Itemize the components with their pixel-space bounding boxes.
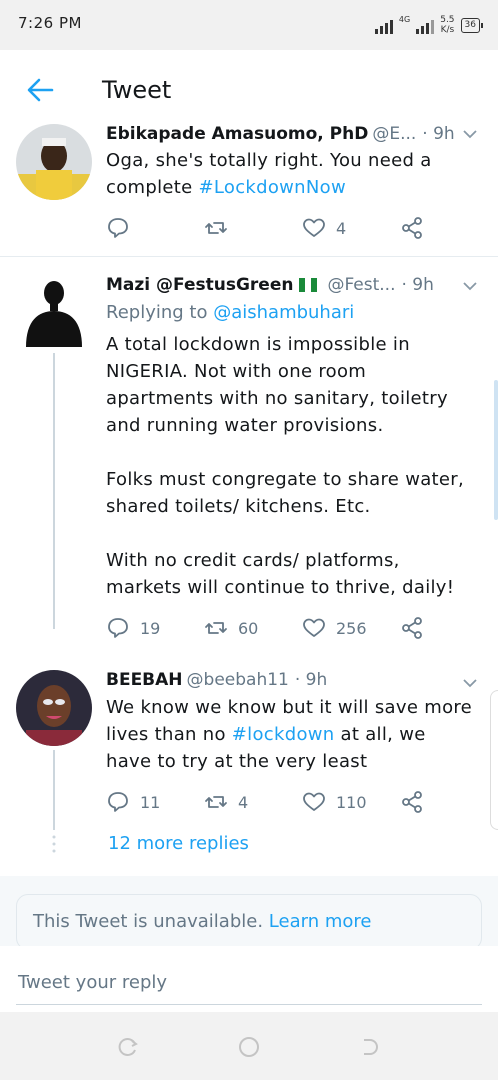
chevron-down-icon[interactable] (462, 677, 478, 689)
author-name[interactable]: Ebikapade Amasuomo, PhD (106, 124, 368, 144)
reply-icon (108, 618, 128, 638)
tweet-text: Oga, she's totally right. You need a com… (106, 150, 432, 198)
share-button[interactable] (400, 214, 424, 242)
share-button[interactable] (400, 614, 424, 642)
share-icon (402, 617, 422, 639)
author-handle[interactable]: @Fest... (327, 275, 395, 295)
reply-input[interactable]: Tweet your reply (18, 972, 167, 993)
tweet-header: Ebikapade Amasuomo, PhD @E... · 9h (106, 121, 478, 147)
retweet-icon (205, 622, 227, 634)
reply-icon (108, 792, 128, 812)
reply-button[interactable]: 11 (106, 788, 160, 816)
mention-link[interactable]: @aishambuhari (213, 302, 354, 323)
retweet-icon (205, 222, 227, 234)
avatar[interactable] (16, 670, 92, 746)
like-button[interactable]: 4 (302, 214, 346, 242)
nigeria-flag-icon (299, 278, 318, 292)
reply-composer[interactable]: Tweet your reply (0, 946, 498, 1012)
reply-icon (108, 218, 128, 238)
tweet-header: BEEBAH @beebah11 · 9h (106, 667, 478, 693)
tweet-time: · 9h (401, 275, 434, 295)
retweet-button[interactable]: 60 (204, 614, 258, 642)
system-nav-bar (0, 1012, 498, 1080)
share-icon (402, 791, 422, 813)
heart-icon (303, 618, 325, 637)
recents-icon[interactable] (117, 1036, 139, 1058)
reply-button[interactable] (106, 214, 140, 242)
share-button[interactable] (400, 788, 424, 816)
hashtag-link[interactable]: #LockdownNow (199, 177, 347, 198)
more-replies-link[interactable]: 12 more replies (108, 833, 249, 854)
hashtag-link[interactable]: #lockdown (232, 724, 335, 745)
like-button[interactable]: 110 (302, 788, 367, 816)
tweet-header: Mazi @FestusGreen @Fest... · 9h (106, 272, 478, 298)
heart-icon (303, 792, 325, 811)
retweet-button[interactable] (204, 214, 238, 242)
tweet-actions: 11 4 110 (106, 788, 478, 816)
tweet-text: A total lockdown is impossible in NIGERI… (106, 334, 464, 598)
thread-dots-icon (52, 835, 56, 853)
tweet-time: · 9h (294, 670, 328, 690)
tweet-text: We know we know but it will save more li… (106, 697, 473, 772)
avatar[interactable] (16, 124, 92, 200)
thread-line (53, 750, 55, 830)
learn-more-link[interactable]: Learn more (269, 911, 372, 932)
author-name[interactable]: Mazi @FestusGreen (106, 275, 293, 295)
author-handle[interactable]: @E... (372, 124, 416, 144)
tweet-actions: 19 60 256 (106, 614, 478, 642)
like-button[interactable]: 256 (302, 614, 367, 642)
retweet-button[interactable]: 4 (204, 788, 248, 816)
retweet-icon (205, 796, 227, 808)
thread-line (53, 353, 55, 629)
author-name[interactable]: BEEBAH (106, 670, 183, 690)
reply-input-underline (16, 1004, 482, 1005)
tweet-time: · 9h (422, 124, 455, 144)
unavailable-tweet-card: This Tweet is unavailable. Learn more (16, 894, 482, 950)
tweet-actions: 4 (106, 214, 478, 242)
replying-to: Replying to @aishambuhari (106, 302, 355, 323)
tweet-item[interactable]: Ebikapade Amasuomo, PhD @E... · 9h Oga, … (0, 0, 498, 256)
back-icon[interactable] (358, 1036, 380, 1058)
tweet-item[interactable]: BEEBAH @beebah11 · 9h We know we know bu… (0, 660, 498, 830)
heart-icon (303, 218, 325, 237)
author-handle[interactable]: @beebah11 (187, 670, 289, 690)
chevron-down-icon[interactable] (462, 128, 478, 140)
tweet-item[interactable]: Mazi @FestusGreen @Fest... · 9h Replying… (0, 257, 498, 647)
reply-button[interactable]: 19 (106, 614, 160, 642)
home-icon[interactable] (238, 1036, 260, 1058)
chevron-down-icon[interactable] (462, 280, 478, 292)
avatar[interactable] (16, 271, 92, 347)
share-icon (402, 217, 422, 239)
